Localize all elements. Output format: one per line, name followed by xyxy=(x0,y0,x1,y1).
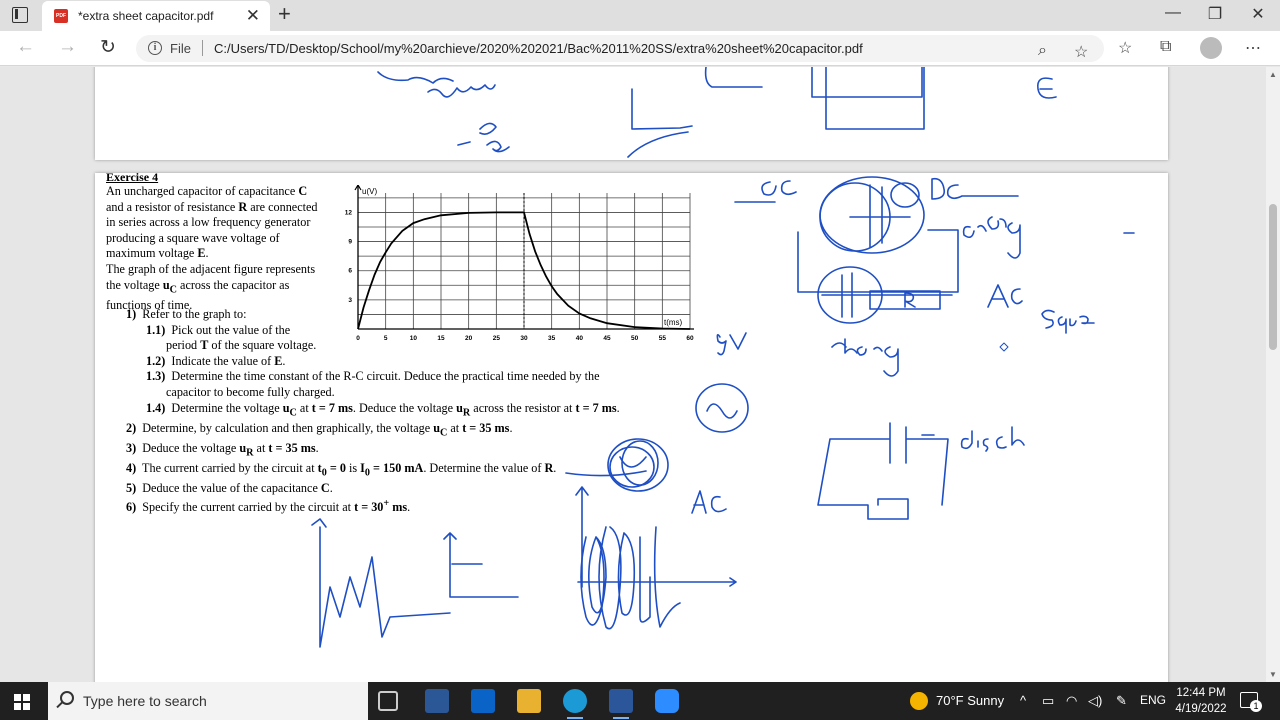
close-window-icon[interactable]: ✕ xyxy=(1243,4,1273,24)
reload-icon[interactable]: ↻ xyxy=(100,36,116,59)
volume-icon[interactable]: ◁) xyxy=(1088,693,1102,709)
clock-date: 4/19/2022 xyxy=(1175,703,1227,715)
taskbar: Type here to search 70°F Sunny ^ ▭ ◠ ◁) … xyxy=(0,682,1280,720)
x-axis-label: t(ms) xyxy=(664,318,683,327)
weather-icon[interactable] xyxy=(910,692,928,710)
scrollbar-thumb[interactable] xyxy=(1269,204,1277,350)
favorites-icon[interactable]: ☆ xyxy=(1118,38,1132,58)
forward-icon[interactable]: → xyxy=(58,36,77,58)
intro-line: the voltage uC across the capacitor as xyxy=(106,277,290,295)
question-item: 4) The current carried by the circuit at… xyxy=(126,460,557,479)
wifi-icon[interactable]: ◠ xyxy=(1066,693,1077,709)
question-item: 1.2) Indicate the value of E. xyxy=(146,353,286,368)
word-icon[interactable] xyxy=(609,689,633,719)
question-item: 6) Specify the current carried by the ci… xyxy=(126,498,411,515)
address-bar: ← → ↻ i File C:/Users/TD/Desktop/School/… xyxy=(0,31,1280,66)
zoom-icon[interactable] xyxy=(655,689,679,713)
y-tick-label: 9 xyxy=(348,239,352,246)
profile-avatar[interactable] xyxy=(1200,37,1222,59)
x-tick-label: 15 xyxy=(437,335,445,342)
network-icon[interactable]: ▭ xyxy=(1042,693,1054,709)
y-tick-label: 3 xyxy=(348,297,352,304)
intro-line: producing a square wave voltage of xyxy=(106,230,280,245)
pdf-viewer[interactable]: Exercise 4 An uncharged capacitor of cap… xyxy=(0,67,1280,682)
pdf-page-current: Exercise 4 An uncharged capacitor of cap… xyxy=(95,170,1168,682)
edge-icon[interactable] xyxy=(563,689,587,719)
x-tick-label: 10 xyxy=(410,335,418,342)
clock[interactable]: 12:44 PM 4/19/2022 xyxy=(1168,685,1234,717)
exercise-intro: An uncharged capacitor of capacitance Ca… xyxy=(106,184,318,313)
y-axis-label: u(V) xyxy=(362,187,377,196)
minimize-icon[interactable]: — xyxy=(1158,4,1188,22)
tab-title: *extra sheet capacitor.pdf xyxy=(78,9,214,23)
x-tick-label: 20 xyxy=(465,335,473,342)
collections-icon[interactable]: ⧉ xyxy=(1160,38,1171,56)
x-tick-label: 35 xyxy=(548,335,556,342)
x-tick-label: 25 xyxy=(493,335,501,342)
x-tick-label: 40 xyxy=(576,335,584,342)
question-item: 2) Determine, by calculation and then gr… xyxy=(126,420,513,439)
intro-line: An uncharged capacitor of capacitance C xyxy=(106,184,308,198)
question-item: 3) Deduce the voltage uR at t = 35 ms. xyxy=(126,440,319,459)
browser-window: PDF *extra sheet capacitor.pdf ✕ + — ❐ ✕… xyxy=(0,0,1280,682)
question-item: 5) Deduce the value of the capacitance C… xyxy=(126,480,333,495)
scroll-down-icon[interactable]: ▼ xyxy=(1269,670,1277,679)
x-tick-label: 55 xyxy=(659,335,667,342)
close-tab-icon[interactable]: ✕ xyxy=(246,6,260,26)
clock-time: 12:44 PM xyxy=(1176,687,1226,699)
microsoft-store-icon[interactable] xyxy=(425,689,449,713)
exercise-title: Exercise 4 xyxy=(106,170,159,184)
x-tick-label: 30 xyxy=(520,335,528,342)
new-tab-icon[interactable]: + xyxy=(278,1,291,27)
uc-graph: 0 5 10 15 20 25 30 35 40 45 50 55 60 3 6 9 12 u(V) t(ms) xyxy=(345,185,694,342)
question-item: 1.3) Determine the time constant of the … xyxy=(146,369,600,384)
pdf-icon: PDF xyxy=(54,9,68,23)
security-label: File xyxy=(170,41,191,56)
notification-badge: 1 xyxy=(1250,700,1262,712)
intro-line: in series across a low frequency generat… xyxy=(106,215,311,230)
vertical-scrollbar[interactable]: ▲ ▼ xyxy=(1266,67,1280,682)
tab-bar: PDF *extra sheet capacitor.pdf ✕ + — ❐ ✕ xyxy=(0,0,1280,31)
search-icon xyxy=(60,691,74,705)
tab-active[interactable]: PDF *extra sheet capacitor.pdf ✕ xyxy=(42,1,270,31)
taskbar-search[interactable]: Type here to search xyxy=(48,682,368,720)
url-field[interactable]: i File C:/Users/TD/Desktop/School/my%20a… xyxy=(136,35,1104,62)
x-tick-label: 45 xyxy=(603,335,611,342)
search-placeholder: Type here to search xyxy=(83,693,207,709)
x-tick-label: 0 xyxy=(356,335,360,342)
scroll-up-icon[interactable]: ▲ xyxy=(1269,70,1277,79)
info-icon[interactable]: i xyxy=(148,41,162,55)
file-explorer-icon[interactable] xyxy=(517,689,541,713)
add-favorite-icon[interactable]: ☆ xyxy=(1074,42,1088,62)
task-view-icon[interactable] xyxy=(378,691,398,711)
intro-line: maximum voltage E. xyxy=(106,246,209,261)
pdf-page-previous xyxy=(95,67,1168,160)
zoom-icon[interactable]: ⌕ xyxy=(1038,42,1047,60)
divider xyxy=(202,40,203,56)
x-tick-label: 60 xyxy=(686,335,694,342)
show-hidden-icons-icon[interactable]: ^ xyxy=(1020,693,1026,708)
back-icon[interactable]: ← xyxy=(16,36,35,58)
y-tick-label: 12 xyxy=(345,209,353,216)
question-item: 1.4) Determine the voltage uC at t = 7 m… xyxy=(146,400,620,418)
x-tick-label: 50 xyxy=(631,335,639,342)
y-tick-label: 6 xyxy=(348,268,352,275)
intro-line: and a resistor of resistance R are conne… xyxy=(106,199,318,214)
tab-actions-icon[interactable] xyxy=(12,7,28,23)
x-tick-label: 5 xyxy=(384,335,388,342)
more-menu-icon[interactable]: ⋯ xyxy=(1245,38,1261,58)
url-text[interactable]: C:/Users/TD/Desktop/School/my%20archieve… xyxy=(214,41,863,56)
mail-icon[interactable] xyxy=(471,689,495,713)
weather-text[interactable]: 70°F Sunny xyxy=(936,693,1004,708)
pen-icon[interactable]: ✎ xyxy=(1116,693,1127,709)
question-item: capacitor to become fully charged. xyxy=(166,384,335,399)
restore-icon[interactable]: ❐ xyxy=(1200,4,1230,24)
language-indicator[interactable]: ENG xyxy=(1140,693,1166,707)
windows-start-icon[interactable] xyxy=(14,694,30,710)
intro-line: The graph of the adjacent figure represe… xyxy=(106,261,316,276)
